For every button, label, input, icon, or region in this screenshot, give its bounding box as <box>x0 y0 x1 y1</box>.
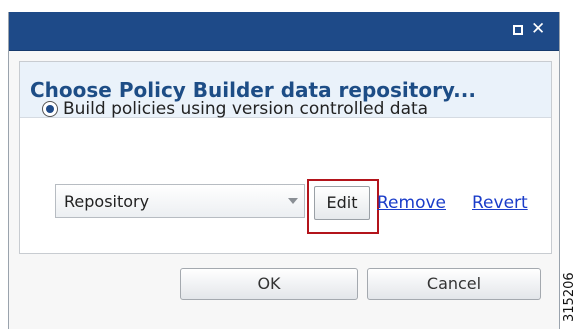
repository-select[interactable]: Repository <box>55 184 305 218</box>
chevron-down-icon[interactable] <box>288 198 298 204</box>
revert-link[interactable]: Revert <box>472 193 528 213</box>
maximize-icon[interactable] <box>513 25 523 35</box>
close-icon[interactable]: ✕ <box>531 21 545 38</box>
dialog-window: ✕ Choose Policy Builder data repository.… <box>8 12 560 329</box>
repository-select-value: Repository <box>64 192 150 211</box>
cancel-button[interactable]: Cancel <box>367 268 541 300</box>
remove-link[interactable]: Remove <box>377 193 446 213</box>
radio-selected-dot <box>46 105 54 113</box>
ok-button[interactable]: OK <box>180 268 358 300</box>
figure-id: 315206 <box>562 272 577 322</box>
edit-button[interactable]: Edit <box>314 186 370 220</box>
radio-label[interactable]: Build policies using version controlled … <box>63 99 428 119</box>
repository-panel: Choose Policy Builder data repository... <box>19 61 552 254</box>
radio-button[interactable] <box>42 101 58 117</box>
dialog-titlebar[interactable]: ✕ <box>9 12 559 51</box>
